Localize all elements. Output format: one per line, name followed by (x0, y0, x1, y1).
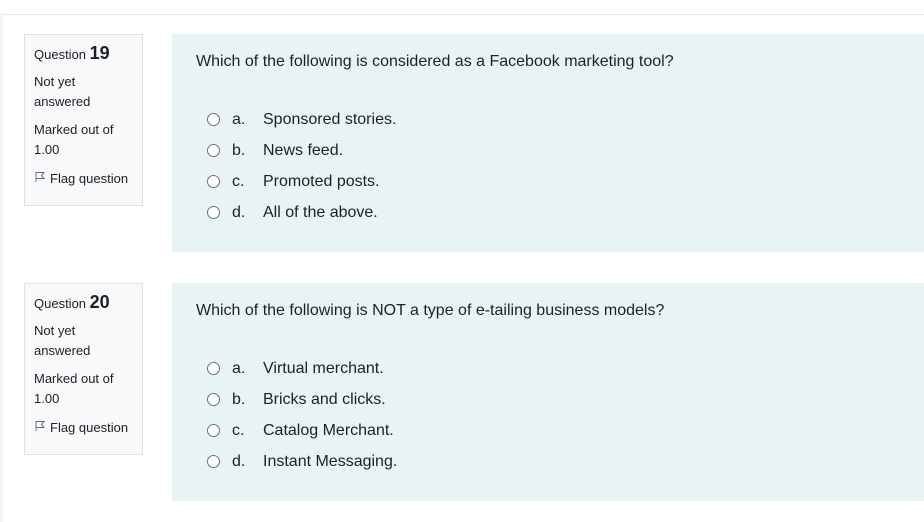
option-letter: c. (232, 421, 245, 439)
option-letter: c. (232, 172, 245, 190)
question-info: Question 19 Not yet answered Marked out … (24, 34, 143, 206)
answer-option-a[interactable]: a. Sponsored stories. (196, 104, 900, 135)
answer-options: a. Virtual merchant. b. Bricks and click… (196, 353, 900, 477)
question-grade: Marked out of 1.00 (34, 122, 114, 157)
radio-button[interactable] (207, 144, 220, 157)
option-text: Virtual merchant. (263, 359, 384, 377)
answer-options: a. Sponsored stories. b. News feed. c. P… (196, 104, 900, 228)
question-label: Question (34, 296, 87, 311)
answer-option-d[interactable]: d. All of the above. (196, 197, 900, 228)
radio-button[interactable] (207, 424, 220, 437)
option-letter: a. (232, 359, 246, 377)
radio-button[interactable] (207, 175, 220, 188)
answer-option-c[interactable]: c. Catalog Merchant. (196, 415, 900, 446)
option-text: Instant Messaging. (263, 452, 398, 470)
option-text: All of the above. (263, 203, 378, 221)
radio-button[interactable] (207, 362, 220, 375)
option-letter: d. (232, 452, 246, 470)
option-text: Promoted posts. (263, 172, 380, 190)
option-text: Catalog Merchant. (263, 421, 394, 439)
question-number: Question 19 (34, 43, 133, 65)
flag-question-label: Flag question (50, 171, 129, 186)
question-content: Which of the following is considered as … (172, 34, 924, 252)
flag-question-link[interactable]: Flag question (34, 170, 133, 188)
option-text: Sponsored stories. (263, 110, 397, 128)
answer-option-d[interactable]: d. Instant Messaging. (196, 446, 900, 477)
radio-button[interactable] (207, 206, 220, 219)
radio-button[interactable] (207, 393, 220, 406)
flag-icon (34, 170, 46, 188)
radio-button[interactable] (207, 455, 220, 468)
radio-button[interactable] (207, 113, 220, 126)
page-top-border (0, 0, 924, 15)
option-letter: d. (232, 203, 246, 221)
flag-question-link[interactable]: Flag question (34, 419, 133, 437)
option-letter: b. (232, 141, 246, 159)
answer-option-c[interactable]: c. Promoted posts. (196, 166, 900, 197)
question-text: Which of the following is NOT a type of … (196, 302, 665, 319)
question-number-value: 20 (89, 292, 110, 312)
flag-icon (34, 419, 46, 437)
flag-question-label: Flag question (50, 420, 129, 435)
question-number: Question 20 (34, 292, 133, 314)
answer-option-b[interactable]: b. News feed. (196, 135, 900, 166)
option-letter: a. (232, 110, 246, 128)
question-info: Question 20 Not yet answered Marked out … (24, 283, 143, 455)
option-text: Bricks and clicks. (263, 390, 386, 408)
option-text: News feed. (263, 141, 344, 159)
answer-option-b[interactable]: b. Bricks and clicks. (196, 384, 900, 415)
question-number-value: 19 (89, 43, 110, 63)
question-state: Not yet answered (34, 323, 91, 358)
question-text: Which of the following is considered as … (196, 53, 674, 70)
question-state: Not yet answered (34, 74, 91, 109)
page-left-border (0, 14, 3, 522)
option-letter: b. (232, 390, 246, 408)
answer-option-a[interactable]: a. Virtual merchant. (196, 353, 900, 384)
question-content: Which of the following is NOT a type of … (172, 283, 924, 501)
question-grade: Marked out of 1.00 (34, 371, 114, 406)
question-label: Question (34, 47, 87, 62)
